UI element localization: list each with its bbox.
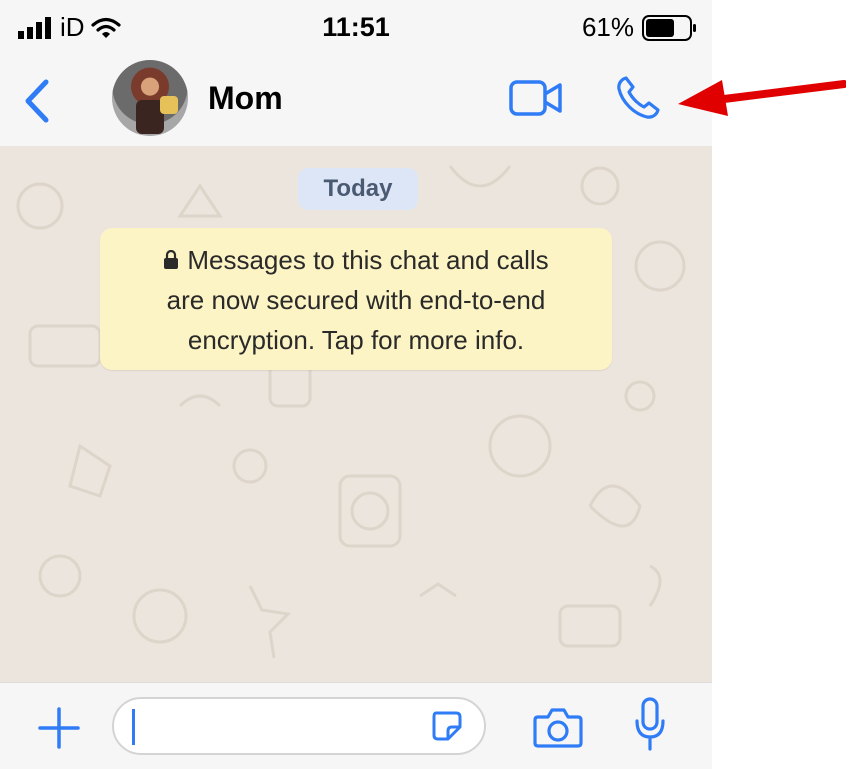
- chat-header: Mom: [0, 58, 712, 147]
- message-input[interactable]: [112, 697, 486, 755]
- chat-area[interactable]: Today Messages to this chat and calls ar…: [0, 146, 712, 682]
- notice-text-1: Messages to this chat and calls: [187, 245, 549, 275]
- phone-screen: iD 11:51 61% Mom Today Messages to this …: [0, 0, 712, 769]
- red-arrow-icon: [678, 80, 846, 116]
- notice-text-2: are now secured with end-to-end: [166, 285, 546, 315]
- contact-name[interactable]: Mom: [208, 80, 283, 117]
- notice-text-3: encryption. Tap for more info.: [187, 325, 525, 355]
- battery-percent: 61%: [581, 12, 634, 42]
- plus-icon[interactable]: [36, 705, 82, 751]
- sticker-icon[interactable]: [430, 709, 464, 743]
- lock-icon: [164, 250, 179, 269]
- camera-icon[interactable]: [532, 705, 584, 749]
- status-bar: iD 11:51 61%: [0, 0, 712, 58]
- encryption-notice[interactable]: Messages to this chat and calls are now …: [100, 228, 612, 370]
- microphone-icon[interactable]: [634, 697, 666, 751]
- battery-icon: [642, 14, 696, 41]
- back-chevron-icon[interactable]: [18, 76, 58, 126]
- status-right: 61%: [582, 12, 698, 43]
- notice-line-1: Messages to this chat and calls: [100, 240, 612, 280]
- chat-wallpaper: [16, 165, 686, 659]
- contact-avatar[interactable]: [112, 60, 188, 136]
- text-caret: [132, 709, 135, 745]
- input-bar: [0, 682, 712, 769]
- video-call-icon[interactable]: [508, 76, 564, 120]
- phone-call-icon[interactable]: [614, 74, 662, 122]
- date-chip: Today: [298, 168, 418, 210]
